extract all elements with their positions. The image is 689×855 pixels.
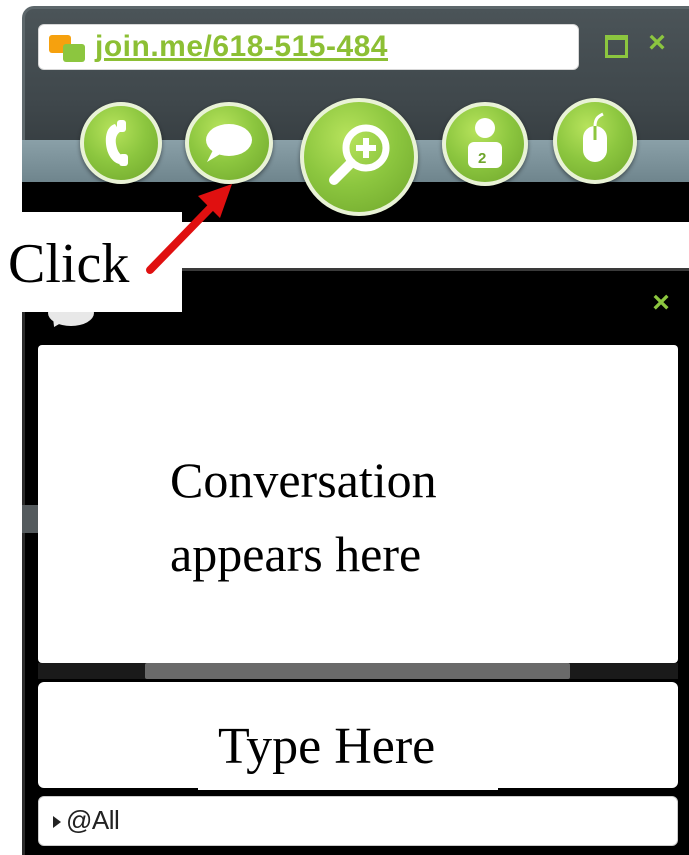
screenshot-stage: join.me/618-515-484 × 2 × Conversation a…	[0, 0, 689, 855]
conversation-placeholder: Conversation appears here	[170, 452, 437, 582]
magnifier-plus-icon	[329, 124, 390, 185]
logo-green-square	[63, 44, 85, 62]
conversation-area[interactable]: Conversation appears here	[38, 345, 678, 663]
url-bar[interactable]: join.me/618-515-484	[38, 24, 579, 70]
maximize-icon[interactable]	[602, 30, 628, 58]
participants-button[interactable]: 2	[442, 102, 528, 186]
mouse-icon	[583, 112, 607, 162]
mouse-control-button[interactable]	[553, 98, 637, 184]
joinme-logo-icon	[49, 35, 91, 63]
message-input-label: Type Here	[198, 708, 498, 790]
person-icon	[468, 118, 502, 168]
annotation-arrow-icon	[146, 184, 232, 274]
recipient-label: @All	[66, 805, 120, 835]
scrollbar-thumb[interactable]	[145, 663, 570, 679]
panel-edge-detail	[22, 505, 38, 533]
recipient-selector[interactable]: @All	[38, 796, 678, 846]
session-url-link[interactable]: join.me/618-515-484	[95, 30, 388, 64]
chat-close-icon[interactable]: ×	[646, 288, 676, 318]
expand-arrow-icon[interactable]	[53, 816, 61, 828]
close-icon[interactable]: ×	[644, 28, 670, 58]
phone-icon	[105, 120, 128, 166]
speech-bubble-icon	[206, 124, 252, 162]
annotation-click-label: Click	[8, 233, 130, 295]
participant-count-badge: 2	[478, 150, 487, 167]
zoom-button[interactable]	[300, 98, 418, 216]
